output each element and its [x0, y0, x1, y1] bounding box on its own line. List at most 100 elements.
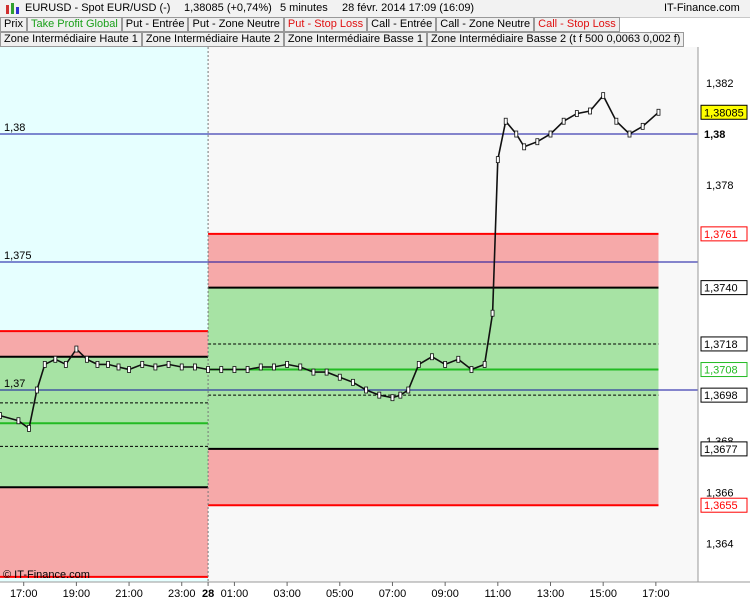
- price-candle-13: [140, 361, 145, 368]
- legend-item-zone-haute-1[interactable]: Zone Intermédiaire Haute 1: [0, 32, 142, 47]
- chart-root: 1,3821,381,3781,3751,37401,37181,371,368…: [0, 0, 750, 600]
- x-tick-12: 15:00: [589, 588, 617, 600]
- legend-item-take-profit[interactable]: Take Profit Global: [26, 17, 122, 32]
- day2-put-risk-zone: [208, 233, 659, 288]
- price-candle-7: [74, 345, 79, 353]
- price-candle-34: [406, 386, 411, 394]
- price-candle-48: [561, 117, 566, 125]
- legend-item-prix[interactable]: Prix: [0, 17, 27, 32]
- level-label-0: 1,38085: [704, 107, 744, 119]
- x-tick-6: 03:00: [273, 588, 301, 600]
- legend-item-zone-haute-2[interactable]: Zone Intermédiaire Haute 2: [141, 32, 284, 47]
- legend-item-call-entry[interactable]: Call - Entrée: [367, 17, 437, 32]
- price-candle-46: [535, 138, 540, 146]
- y-tick-6: 1,37: [4, 378, 25, 390]
- y-tick-2: 1,378: [706, 180, 734, 192]
- level-label-5: 1,3708: [704, 365, 738, 377]
- legend-row-1: Prix Take Profit Global Put - Entrée Put - …: [0, 17, 750, 32]
- day1-put-risk-zone: [0, 331, 209, 357]
- day1-green-zone: [0, 356, 209, 488]
- price-candle-28: [337, 373, 342, 381]
- y-tick-1: 1,38: [4, 122, 25, 134]
- price-candle-36: [430, 353, 434, 361]
- x-tick-4: 28: [202, 588, 214, 600]
- price-candle-5: [53, 355, 58, 363]
- price-candle-4: [42, 361, 47, 368]
- legend-item-put-neutral[interactable]: Put - Zone Neutre: [188, 17, 284, 32]
- price-candle-47: [548, 130, 553, 138]
- price-candle-17: [193, 363, 197, 371]
- price-candle-55: [656, 108, 661, 116]
- price-candle-27: [324, 368, 329, 376]
- legend-item-zone-basse-1[interactable]: Zone Intermédiaire Basse 1: [283, 32, 427, 47]
- level-label-3: 1,3740: [704, 283, 738, 295]
- price-candle-41: [490, 309, 495, 317]
- price-candle-9: [95, 361, 100, 368]
- y-tick-3: 1,375: [4, 250, 32, 262]
- price-candle-50: [588, 107, 592, 115]
- chart-symbol: EURUSD - Spot EUR/USD (-): [25, 2, 171, 14]
- price-candle-3: [34, 386, 39, 394]
- price-candle-39: [469, 366, 474, 373]
- level-label-4: 1,3718: [704, 339, 738, 351]
- price-candle-20: [232, 366, 237, 373]
- x-tick-13: 17:00: [642, 588, 670, 600]
- chart-price-change: 1,38085 (+0,74%): [184, 2, 272, 14]
- chart-plot: 1,3821,381,3781,3751,37401,37181,371,368…: [0, 47, 750, 600]
- price-candle-54: [640, 122, 645, 130]
- price-candle-42: [495, 156, 500, 164]
- x-tick-8: 07:00: [379, 588, 407, 600]
- legend-row-2: Zone Intermédiaire Haute 1 Zone Intermédi…: [0, 32, 750, 47]
- price-candle-49: [574, 110, 579, 117]
- price-candle-8: [85, 355, 89, 363]
- chart-datetime: 28 févr. 2014 17:09 (16:09): [342, 2, 475, 14]
- price-candle-45: [522, 143, 527, 151]
- price-candle-14: [153, 363, 158, 371]
- x-tick-0: 17:00: [10, 588, 38, 600]
- price-candle-25: [298, 363, 303, 371]
- price-candle-40: [482, 361, 487, 368]
- x-tick-10: 11:00: [484, 588, 511, 600]
- price-candle-52: [614, 117, 619, 125]
- price-candle-0: [0, 412, 2, 420]
- price-candle-29: [351, 378, 355, 386]
- price-candle-37: [443, 361, 448, 368]
- price-candle-19: [219, 366, 224, 373]
- legend-item-call-stop-loss[interactable]: Call - Stop Loss: [534, 17, 620, 32]
- price-candle-24: [285, 361, 290, 368]
- price-candle-23: [272, 363, 276, 371]
- x-tick-9: 09:00: [431, 588, 459, 600]
- level-label-2: 1,3761: [704, 229, 738, 241]
- y-tick-8: 1,366: [706, 487, 734, 499]
- level-label-7: 1,3677: [704, 444, 738, 456]
- price-candle-6: [63, 361, 68, 368]
- legend-item-put-entry[interactable]: Put - Entrée: [121, 17, 189, 32]
- price-candle-1: [16, 417, 21, 425]
- price-candle-12: [127, 366, 131, 373]
- level-label-1: 1,38: [704, 129, 725, 141]
- price-candle-15: [166, 361, 171, 368]
- price-candle-30: [364, 386, 369, 394]
- y-tick-0: 1,382: [706, 78, 734, 90]
- price-candle-26: [311, 368, 316, 376]
- chart-logo-icon: [4, 1, 20, 18]
- price-candle-53: [627, 130, 632, 138]
- price-candle-10: [106, 361, 110, 368]
- price-candle-33: [398, 391, 403, 399]
- legend-item-put-stop-loss[interactable]: Put - Stop Loss: [283, 17, 368, 32]
- price-candle-38: [456, 355, 461, 363]
- price-candle-18: [206, 366, 210, 373]
- price-candle-31: [377, 391, 382, 399]
- legend-item-call-neutral[interactable]: Call - Zone Neutre: [436, 17, 535, 32]
- price-candle-32: [390, 394, 395, 402]
- price-candle-21: [245, 366, 250, 373]
- day2-call-risk-zone: [208, 448, 659, 506]
- x-tick-1: 19:00: [63, 588, 91, 600]
- price-candle-44: [514, 130, 519, 138]
- chart-period: 5 minutes: [280, 2, 328, 14]
- x-tick-7: 05:00: [326, 588, 354, 600]
- price-candle-51: [601, 92, 606, 100]
- level-label-6: 1,3698: [704, 390, 738, 402]
- chart-credit: © IT-Finance.com: [3, 569, 90, 581]
- legend-item-zone-basse-2[interactable]: Zone Intermédiaire Basse 2 (t f 500 0,00…: [426, 32, 685, 47]
